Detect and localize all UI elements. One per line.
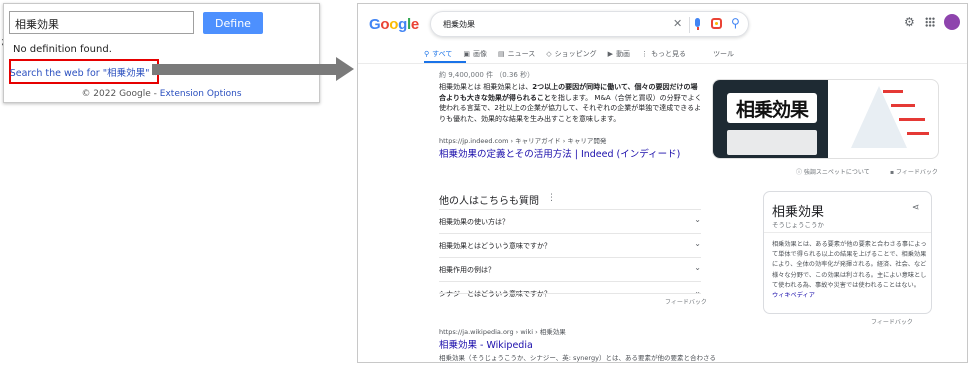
chevron-down-icon: ⌄ [694,239,701,248]
google-logo[interactable]: Google [369,16,419,33]
snippet-feedback-link[interactable]: ▪ フィードバック [890,167,938,176]
image-caption-box [727,130,817,155]
image-icon: ▣ [463,50,470,58]
paa-question[interactable]: 相乗効果の使い方は？ ⌄ [439,209,701,233]
knowledge-panel-divider [764,232,931,233]
paa-feedback-link[interactable]: フィードバック [665,297,707,306]
tab-videos[interactable]: ▶ 動画 [608,47,630,61]
microphone-icon[interactable] [695,18,700,27]
image-bar [883,90,903,93]
video-icon: ▶ [607,50,614,58]
about-featured-snippets[interactable]: ⓘ 強調スニペットについて [796,167,870,176]
knowledge-panel-description: 相乗効果とは、ある要素が他の要素と合わさる事によって単体で得られる以上の結果を上… [772,241,927,300]
search-web-link[interactable]: Search the web for "相乗効果" » [10,65,159,79]
apps-grid-icon[interactable] [925,17,935,27]
lookup-input[interactable]: 相乗効果 [9,11,194,34]
chevron-down-icon: ⌄ [694,263,701,272]
search-icon: ⚲ [424,50,430,58]
wikipedia-title-link[interactable]: 相乗効果 - Wikipedia [439,337,533,351]
result-source-url[interactable]: https://jp.indeed.com › キャリアガイド › キャリア開発 [439,135,606,145]
share-icon[interactable]: ⋖ [912,203,920,213]
search-tabs: ⚲ すべて ▣ 画像 ▤ ニュース ◇ ショッピング ▶ 動画 ⋮ もっと見る ツール [424,47,745,61]
image-pyramid-graphic [851,86,907,148]
no-definition-message: No definition found. [13,44,112,55]
result-title-link[interactable]: 相乗効果の定義とその活用方法 | Indeed (インディード) [439,146,680,160]
google-results-screenshot: Google 相乗効果 ✕ ⚲ ⚙ ⚲ すべて ▣ 画像 ▤ ニュース ◇ ショッピング… [357,3,968,363]
image-title: 相乗効果 [727,93,817,123]
chevron-down-icon: ⌄ [694,287,701,296]
settings-gear-icon[interactable]: ⚙ [904,15,915,29]
more-options-icon[interactable]: ⋮ [547,193,556,203]
result-stats: 約 9,400,000 件 （0.36 秒） [439,71,535,79]
people-also-ask-title: 他の人はこちらも質問 [439,196,539,207]
search-icon[interactable]: ⚲ [731,16,740,30]
image-bar [891,104,915,107]
microphone-stand-icon [697,27,699,30]
wikipedia-link[interactable]: ウィキペディア [772,292,815,299]
copyright-text: © 2022 Google - [81,89,160,99]
tab-shopping[interactable]: ◇ ショッピング [546,47,596,61]
search-web-link-highlight: Search the web for "相乗効果" » [9,59,159,84]
featured-snippet-image[interactable]: 相乗効果 [712,79,939,159]
image-bar [899,118,925,121]
tag-icon: ◇ [546,50,552,58]
tab-images[interactable]: ▣ 画像 [463,47,487,61]
knowledge-panel-reading: そうじょうこうか [772,221,824,229]
chevron-down-icon: ⌄ [694,215,701,224]
knowledge-panel-feedback[interactable]: フィードバック [871,317,913,326]
tab-news[interactable]: ▤ ニュース [498,47,535,61]
wikipedia-source-url[interactable]: https://ja.wikipedia.org › wiki › 相乗効果 [439,326,566,336]
wikipedia-snippet: 相乗効果（そうじょうこうか、シナジー、英: synergy）とは、ある要素が他の… [439,354,716,362]
search-box[interactable]: 相乗効果 ✕ ⚲ [430,11,749,37]
camera-lens-icon[interactable] [711,18,722,29]
tab-more[interactable]: ⋮ もっと見る [641,47,686,61]
clear-icon[interactable]: ✕ [673,17,682,30]
search-query[interactable]: 相乗効果 [443,19,475,30]
tab-all[interactable]: ⚲ すべて [424,47,452,61]
more-icon: ⋮ [641,50,649,58]
popup-footer: © 2022 Google - Extension Options [4,89,319,99]
knowledge-panel-title: 相乗効果 [772,205,825,220]
tab-tools[interactable]: ツール [713,47,734,61]
image-bar [907,132,929,135]
knowledge-panel: 相乗効果 ⋖ そうじょうこうか 相乗効果とは、ある要素が他の要素と合わさる事によ… [763,191,932,314]
search-divider [689,17,690,33]
news-icon: ▤ [498,50,505,58]
paa-divider [439,293,701,294]
extension-options-link[interactable]: Extension Options [160,89,242,99]
paa-question[interactable]: 相乗作用の例は？ ⌄ [439,257,701,281]
arrow-shaft [152,64,338,75]
dictionary-popup: 相乗効果 Define No definition found. Search … [3,3,320,103]
arrow-head-icon [336,57,354,81]
paa-question[interactable]: 相乗効果とはどういう意味ですか？ ⌄ [439,233,701,257]
tabs-divider [358,63,967,64]
account-avatar[interactable] [944,14,960,30]
define-button[interactable]: Define [203,12,263,34]
featured-snippet-text: 相乗効果とは 相乗効果とは、2つ以上の要因が同時に働いて、個々の要因だけの場合よ… [439,83,702,123]
